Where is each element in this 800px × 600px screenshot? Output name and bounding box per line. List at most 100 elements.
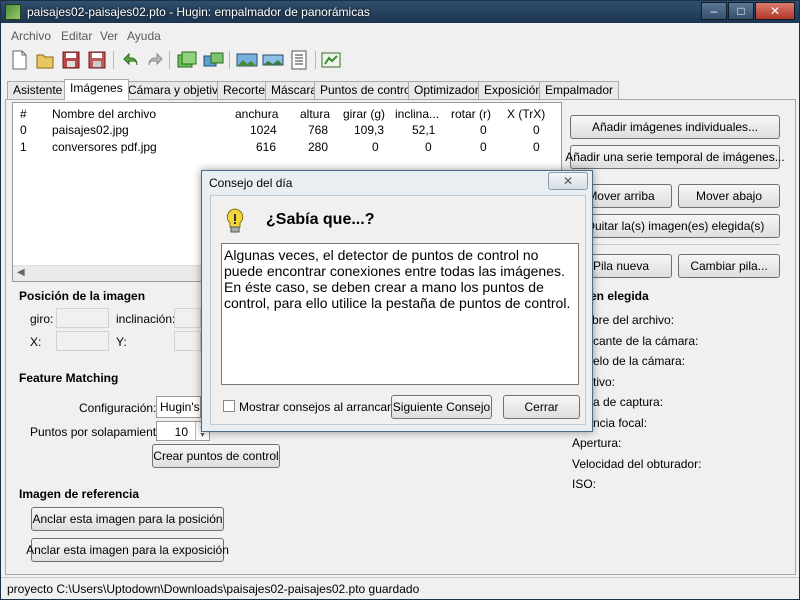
table-row[interactable]: 1 conversores pdf.jpg 616 280 0 0 0 0 (13, 140, 561, 157)
column-header-roll[interactable]: rotar (r) (451, 107, 491, 121)
maximize-icon: □ (737, 4, 745, 18)
info-capture-date-label: a de captura: (593, 395, 664, 409)
info-iso-label: ISO: (572, 477, 597, 491)
info-camera-make-label: cante de la cámara: (593, 334, 699, 348)
tab-optimizador[interactable]: Optimizador (408, 81, 485, 99)
column-header-filename[interactable]: Nombre del archivo (52, 107, 156, 121)
tab-exposicion[interactable]: Exposición (478, 81, 549, 99)
points-per-overlap-label: Puntos por solapamiento: (30, 425, 167, 439)
title-bar[interactable]: paisajes02-paisajes02.pto - Hugin: empal… (1, 1, 799, 23)
menu-editar[interactable]: Editar (61, 29, 92, 43)
dialog-close-action-button[interactable]: Cerrar (503, 395, 580, 419)
column-header-width[interactable]: anchura (235, 107, 278, 121)
open-button[interactable] (33, 49, 57, 71)
show-tips-checkbox[interactable] (223, 400, 235, 412)
new-document-icon (12, 50, 27, 70)
undo-icon (123, 52, 138, 66)
status-text: proyecto C:\Users\Uptodown\Downloads\pai… (7, 582, 420, 596)
dialog-close-button[interactable]: ✕ (548, 172, 588, 190)
next-tip-button[interactable]: Siguiente Consejo (391, 395, 492, 419)
add-time-series-button[interactable]: Añadir una serie temporal de imágenes... (565, 145, 785, 169)
tab-asistente[interactable]: Asistente (7, 81, 69, 99)
menu-ayuda[interactable]: Ayuda (127, 29, 161, 43)
inclinacion-field[interactable] (174, 308, 201, 328)
maximize-button[interactable]: □ (728, 2, 754, 20)
main-window: paisajes02-paisajes02.pto - Hugin: empal… (0, 0, 800, 600)
move-down-button[interactable]: Mover abajo (678, 184, 780, 208)
show-tips-label[interactable]: Mostrar consejos al arrancar (239, 400, 391, 414)
save-as-button[interactable] (85, 49, 109, 71)
list-icon (291, 50, 307, 70)
row-cell-height: 768 (308, 123, 329, 137)
y-label: Y: (116, 335, 127, 349)
row-cell-index: 0 (20, 123, 27, 137)
row-cell-width: 616 (256, 140, 277, 154)
configuration-label: Configuración: (79, 401, 157, 415)
image-position-heading: Posición de la imagen (19, 289, 146, 303)
open-folder-icon (36, 54, 54, 69)
preview-button[interactable] (235, 49, 259, 71)
y-field[interactable] (174, 331, 201, 351)
toolbar (1, 45, 799, 75)
add-images-button[interactable] (175, 49, 199, 71)
landscape-icon (236, 53, 258, 67)
row-cell-pitch: 52,1 (412, 123, 436, 137)
configuration-select[interactable]: Hugin's C (156, 396, 201, 418)
row-cell-pitch: 0 (425, 140, 432, 154)
create-control-points-button[interactable]: Crear puntos de control (152, 444, 280, 468)
anchor-position-button[interactable]: Anclar esta imagen para la posición (31, 507, 224, 531)
column-header-yaw[interactable]: girar (g) (343, 107, 385, 121)
menu-archivo[interactable]: Archivo (11, 29, 51, 43)
giro-field[interactable] (56, 308, 109, 328)
inclinacion-label: inclinación: (116, 312, 176, 326)
row-cell-trx: 0 (533, 140, 540, 154)
column-header-trx[interactable]: X (TrX) (507, 107, 545, 121)
list-button[interactable] (287, 49, 311, 71)
close-button[interactable]: ✕ (755, 2, 795, 20)
column-header-height[interactable]: altura (300, 107, 330, 121)
close-icon: ✕ (769, 4, 781, 18)
info-shutter-speed-label: Velocidad del obturador: (572, 457, 702, 471)
feature-matching-heading: Feature Matching (19, 371, 119, 385)
info-focal-length-label: ncia focal: (593, 416, 648, 430)
row-cell-height: 280 (308, 140, 329, 154)
tab-recorte[interactable]: Recorte (217, 81, 272, 99)
new-project-button[interactable] (7, 49, 31, 71)
stepper-down-icon[interactable]: ▼ (199, 432, 206, 439)
tab-puntos-de-control[interactable]: Puntos de control (314, 81, 420, 99)
save-as-icon (88, 51, 106, 69)
scroll-left-icon[interactable]: ◀ (17, 267, 25, 278)
add-series-button[interactable] (201, 49, 225, 71)
selected-image-heading: en elegida (590, 289, 649, 303)
info-lens-label: tivo: (593, 375, 616, 389)
save-button[interactable] (59, 49, 83, 71)
remove-images-button[interactable]: Quitar la(s) imagen(es) elegida(s) (570, 214, 780, 238)
undo-button[interactable] (119, 49, 143, 71)
anchor-exposure-button[interactable]: Anclar esta imagen para la exposición (26, 538, 229, 562)
redo-button[interactable] (143, 49, 167, 71)
x-field[interactable] (56, 331, 109, 351)
row-cell-trx: 0 (533, 123, 540, 137)
column-header-pitch[interactable]: inclina... (395, 107, 439, 121)
dialog-title: Consejo del día (209, 176, 293, 190)
fast-preview-button[interactable] (261, 49, 285, 71)
tip-of-the-day-dialog: Consejo del día ✕ ¿Sabía que...? Algunas… (201, 170, 593, 432)
column-header-index[interactable]: # (20, 107, 27, 121)
stitch-button[interactable] (319, 49, 343, 71)
change-stack-button[interactable]: Cambiar pila... (678, 254, 780, 278)
tab-camara-objetivo[interactable]: Cámara y objetivo (122, 81, 231, 99)
info-aperture-label: Apertura: (572, 436, 622, 450)
menu-ver[interactable]: Ver (100, 29, 118, 43)
points-per-overlap-value: 10 (174, 425, 188, 439)
table-row[interactable]: 0 paisajes02.jpg 1024 768 109,3 52,1 0 0 (13, 123, 561, 140)
add-individual-images-button[interactable]: Añadir imágenes individuales... (570, 115, 780, 139)
tip-text-area[interactable]: Algunas veces, el detector de puntos de … (221, 243, 579, 385)
hugin-app-icon (5, 4, 21, 20)
tab-imagenes[interactable]: Imágenes (64, 79, 129, 100)
tab-empalmador[interactable]: Empalmador (539, 81, 620, 99)
giro-label: giro: (30, 312, 54, 326)
row-cell-filename: paisajes02.jpg (52, 123, 129, 137)
row-cell-yaw: 0 (372, 140, 379, 154)
reference-image-heading: Imagen de referencia (19, 487, 140, 501)
minimize-button[interactable]: – (701, 2, 727, 20)
